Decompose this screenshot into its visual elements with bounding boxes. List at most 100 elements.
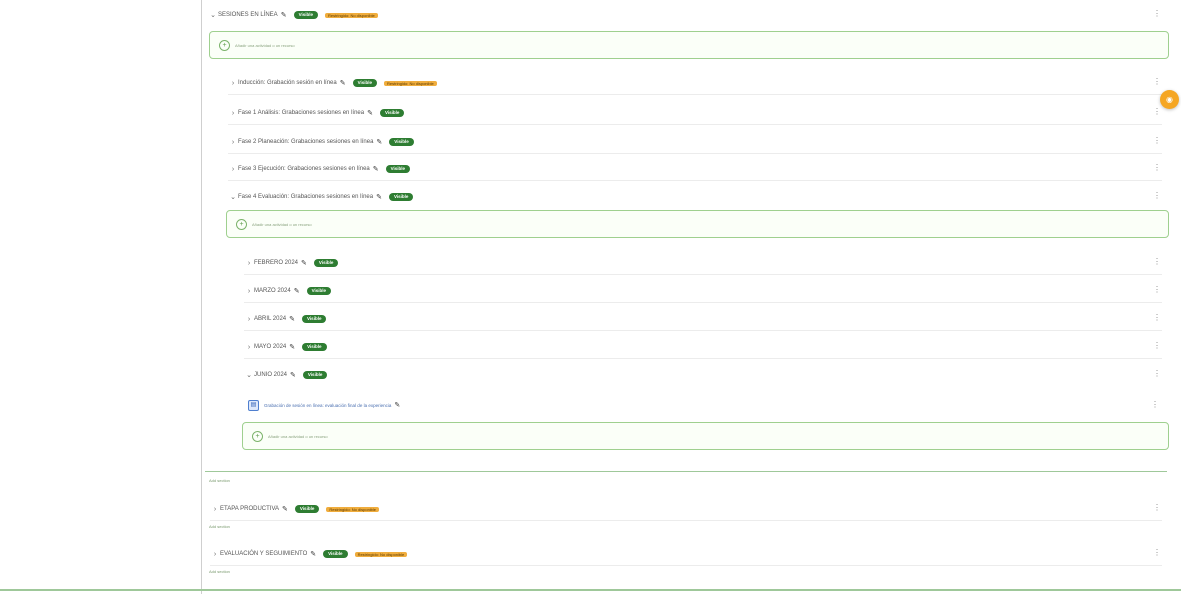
- section-title[interactable]: EVALUACIÓN Y SEGUIMIENTO: [220, 551, 307, 557]
- visible-badge: Visible: [379, 109, 405, 117]
- chevron-right-icon[interactable]: ›: [228, 139, 238, 146]
- add-section-link[interactable]: Add section: [209, 478, 230, 483]
- section-title[interactable]: ETAPA PRODUCTIVA: [220, 506, 279, 512]
- plus-icon: +: [252, 430, 263, 442]
- edit-pencil-icon[interactable]: ✎: [367, 109, 373, 117]
- kebab-menu-icon[interactable]: ⋮: [1152, 257, 1162, 266]
- subsection-title[interactable]: Fase 2 Planeación: Grabaciones sesiones …: [238, 139, 373, 145]
- chevron-right-icon[interactable]: ›: [244, 344, 254, 351]
- edit-pencil-icon[interactable]: ✎: [282, 505, 288, 513]
- edit-pencil-icon[interactable]: ✎: [394, 401, 400, 409]
- edit-pencil-icon[interactable]: ✎: [294, 287, 300, 295]
- subsection-title[interactable]: Fase 3 Ejecución: Grabaciones sesiones e…: [238, 166, 370, 172]
- kebab-menu-icon[interactable]: ⋮: [1152, 191, 1162, 200]
- visible-badge: Visible: [323, 550, 348, 558]
- subsection-fase-4[interactable]: ⌄ Fase 4 Evaluación: Grabaciones sesione…: [228, 186, 1162, 208]
- add-activity-label: Añadir una actividad o un recurso: [252, 221, 312, 227]
- kebab-menu-icon[interactable]: ⋮: [1152, 341, 1162, 350]
- chevron-right-icon[interactable]: ›: [210, 506, 220, 513]
- chevron-right-icon[interactable]: ›: [228, 166, 238, 173]
- subsection-fase-3[interactable]: › Fase 3 Ejecución: Grabaciones sesiones…: [228, 158, 1162, 181]
- page-left-border: [201, 0, 202, 594]
- plus-icon: +: [219, 39, 230, 51]
- add-activity-label: Añadir una actividad o un recurso: [268, 433, 328, 439]
- chevron-down-icon[interactable]: ⌄: [228, 193, 238, 201]
- subsection-abril[interactable]: › ABRIL 2024 ✎ Visible ⋮: [244, 308, 1162, 331]
- subsection-title[interactable]: JUNIO 2024: [254, 372, 287, 378]
- activity-title[interactable]: Grabación de sesión en línea: evaluación…: [264, 403, 391, 408]
- page-resource-icon: ▤: [248, 399, 259, 411]
- add-activity-box[interactable]: + Añadir una actividad o un recurso: [209, 31, 1169, 59]
- chevron-right-icon[interactable]: ›: [228, 80, 238, 87]
- subsection-title[interactable]: MAYO 2024: [254, 344, 286, 350]
- chevron-right-icon[interactable]: ›: [244, 288, 254, 295]
- kebab-menu-icon[interactable]: ⋮: [1152, 548, 1162, 557]
- subsection-febrero[interactable]: › FEBRERO 2024 ✎ Visible ⋮: [244, 252, 1162, 275]
- kebab-menu-icon[interactable]: ⋮: [1152, 136, 1162, 145]
- help-icon: ◉: [1166, 95, 1173, 104]
- visible-badge: Visible: [313, 259, 339, 267]
- edit-pencil-icon[interactable]: ✎: [340, 79, 346, 87]
- add-section-link[interactable]: Add section: [209, 524, 230, 529]
- kebab-menu-icon[interactable]: ⋮: [1152, 503, 1162, 512]
- edit-pencil-icon[interactable]: ✎: [376, 193, 382, 201]
- subsection-title[interactable]: Inducción: Grabación sesión en línea: [238, 80, 337, 86]
- edit-pencil-icon[interactable]: ✎: [301, 259, 307, 267]
- subsection-fase-1[interactable]: › Fase 1 Análisis: Grabaciones sesiones …: [228, 102, 1162, 125]
- kebab-menu-icon[interactable]: ⋮: [1152, 9, 1162, 18]
- add-activity-label: Añadir una actividad o un recurso: [235, 42, 295, 48]
- visible-badge: Visible: [293, 11, 318, 19]
- subsection-title[interactable]: MARZO 2024: [254, 288, 291, 294]
- footer-divider: [0, 589, 1181, 591]
- section-evaluacion-seguimiento[interactable]: › EVALUACIÓN Y SEGUIMIENTO ✎ Visible Res…: [210, 543, 1162, 566]
- chevron-right-icon[interactable]: ›: [210, 551, 220, 558]
- subsection-mayo[interactable]: › MAYO 2024 ✎ Visible ⋮: [244, 336, 1162, 359]
- kebab-menu-icon[interactable]: ⋮: [1152, 285, 1162, 294]
- restriction-tag: Restringido: No disponible: [326, 506, 380, 512]
- chevron-down-icon[interactable]: ⌄: [208, 11, 218, 19]
- visible-badge: Visible: [385, 165, 411, 173]
- visible-badge: Visible: [306, 287, 331, 295]
- chevron-right-icon[interactable]: ›: [244, 260, 254, 267]
- section-etapa-productiva[interactable]: › ETAPA PRODUCTIVA ✎ Visible Restringido…: [210, 498, 1162, 521]
- subsection-title[interactable]: ABRIL 2024: [254, 316, 286, 322]
- kebab-menu-icon[interactable]: ⋮: [1152, 77, 1162, 86]
- kebab-menu-icon[interactable]: ⋮: [1152, 163, 1162, 172]
- subsection-induccion[interactable]: › Inducción: Grabación sesión en línea ✎…: [228, 72, 1162, 95]
- floating-help-button[interactable]: ◉: [1160, 90, 1179, 109]
- subsection-fase-2[interactable]: › Fase 2 Planeación: Grabaciones sesione…: [228, 131, 1162, 154]
- chevron-down-icon[interactable]: ⌄: [244, 371, 254, 379]
- kebab-menu-icon[interactable]: ⋮: [1152, 107, 1162, 116]
- subsection-title[interactable]: FEBRERO 2024: [254, 260, 298, 266]
- chevron-right-icon[interactable]: ›: [228, 110, 238, 117]
- section-divider: [205, 471, 1167, 472]
- visible-badge: Visible: [294, 505, 320, 513]
- edit-pencil-icon[interactable]: ✎: [310, 550, 316, 558]
- edit-pencil-icon[interactable]: ✎: [373, 165, 379, 173]
- chevron-right-icon[interactable]: ›: [244, 316, 254, 323]
- subsection-junio[interactable]: ⌄ JUNIO 2024 ✎ Visible ⋮: [244, 364, 1162, 386]
- edit-pencil-icon[interactable]: ✎: [289, 315, 295, 323]
- activity-recording[interactable]: ▤ Grabación de sesión en línea: evaluaci…: [248, 397, 1160, 413]
- subsection-title[interactable]: Fase 4 Evaluación: Grabaciones sesiones …: [238, 194, 373, 200]
- restriction-tag: Restringido: No disponible: [384, 80, 437, 86]
- section-sesiones-en-linea[interactable]: ⌄ SESIONES EN LÍNEA ✎ Visible Restringid…: [208, 4, 1162, 26]
- edit-pencil-icon[interactable]: ✎: [290, 371, 296, 379]
- section-title[interactable]: SESIONES EN LÍNEA: [218, 12, 278, 18]
- edit-pencil-icon[interactable]: ✎: [281, 11, 287, 19]
- add-section-link[interactable]: Add section: [209, 569, 230, 574]
- add-activity-box[interactable]: + Añadir una actividad o un recurso: [242, 422, 1169, 450]
- visible-badge: Visible: [302, 371, 328, 379]
- subsection-marzo[interactable]: › MARZO 2024 ✎ Visible ⋮: [244, 280, 1162, 303]
- restriction-tag: Restringido: No disponible: [325, 12, 378, 18]
- subsection-title[interactable]: Fase 1 Análisis: Grabaciones sesiones en…: [238, 110, 364, 116]
- kebab-menu-icon[interactable]: ⋮: [1150, 400, 1160, 409]
- kebab-menu-icon[interactable]: ⋮: [1152, 369, 1162, 378]
- edit-pencil-icon[interactable]: ✎: [376, 138, 382, 146]
- visible-badge: Visible: [302, 343, 327, 351]
- visible-badge: Visible: [389, 138, 414, 146]
- kebab-menu-icon[interactable]: ⋮: [1152, 313, 1162, 322]
- add-activity-box[interactable]: + Añadir una actividad o un recurso: [226, 210, 1169, 238]
- plus-icon: +: [236, 218, 247, 230]
- edit-pencil-icon[interactable]: ✎: [289, 343, 295, 351]
